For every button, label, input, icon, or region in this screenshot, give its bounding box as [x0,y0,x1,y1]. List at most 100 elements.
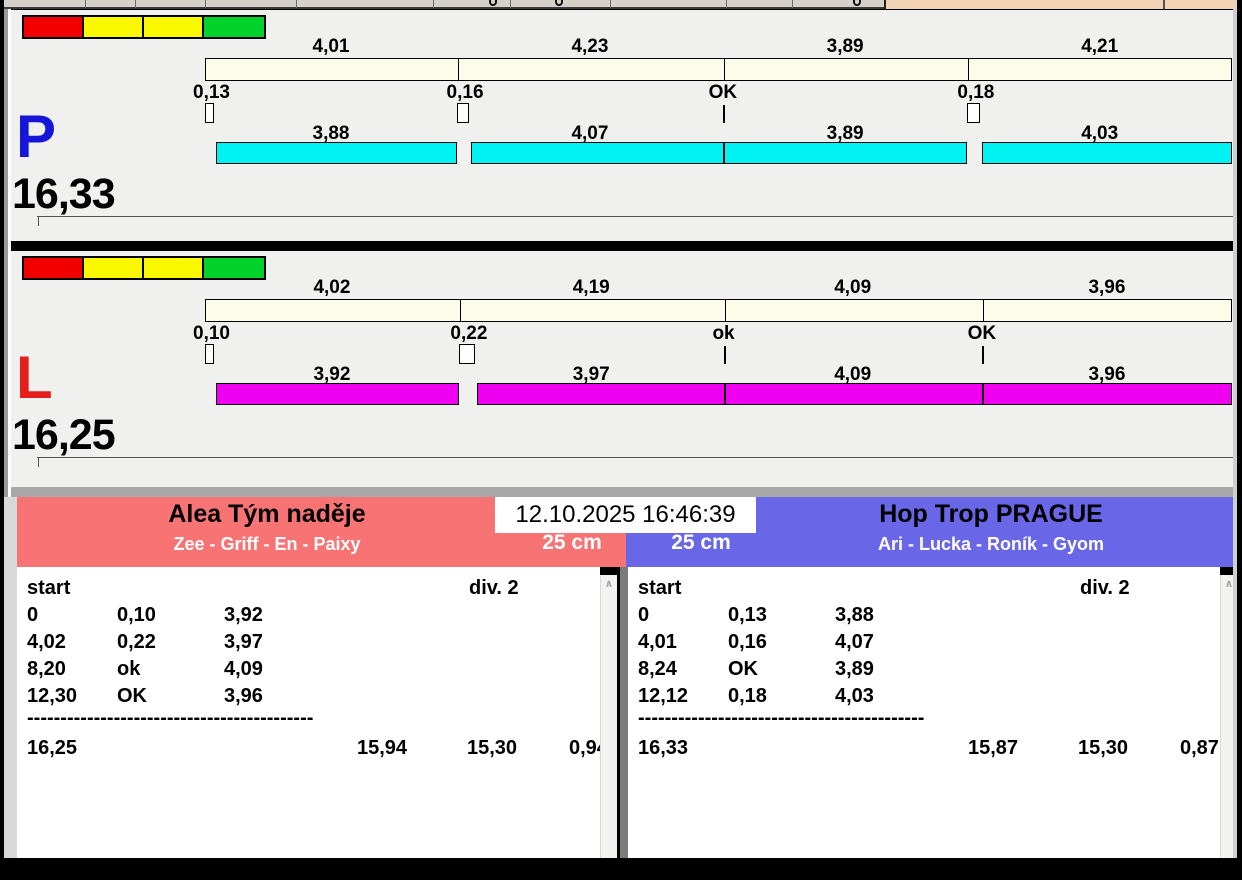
lane-panel-P: 4,01 4,23 3,89 4,21 0,13 0,16 OK 0,18 3,88 4,07 3,… [0,10,1242,241]
table-dash-separator: ----------------------------------------… [27,707,314,729]
toolbar-right-panel [884,0,1237,9]
lane-letter: L [16,344,53,411]
section-divider-band [4,487,1237,497]
table-total-value: 16,25 [27,737,78,759]
run-bar-divider [981,383,984,405]
table-divider [620,567,628,858]
team-members: Zee - Griff - En - Paixy [173,534,361,554]
table-cell: 4,01 [638,631,677,653]
split-bar-divider [724,59,725,80]
lane-status-line [37,216,1233,217]
exchange-penalty-label: 0,16 [446,82,484,103]
toolbar-separator [296,0,297,8]
scroll-up-arrow[interactable]: ∧ [601,577,617,590]
run-bar-segment [476,383,1232,405]
split-top-label: 4,23 [571,36,609,57]
flyball-timer-window: 4,01 4,23 3,89 4,21 0,13 0,16 OK 0,18 3,88 4,07 3,… [0,0,1242,880]
run-bar-segment [216,383,459,405]
legend-color-box [144,258,204,278]
team-members: Ari - Lucka - Roník - Gyom [877,534,1105,554]
table-cell: 0 [638,604,650,626]
table-cell: 3,88 [835,604,874,626]
table-cell: 4,09 [224,658,263,680]
toolbar-separator [610,0,611,8]
table-cell: 0 [27,604,39,626]
table-header-start: start [27,577,71,599]
legend-color-box [24,17,84,37]
exchange-ok-tick [723,346,726,364]
table-total-value: 0,94 [569,737,600,759]
exchange-ok-label: OK [967,323,997,344]
table-total-value: 0,87 [1180,737,1219,759]
table-header-start: start [638,577,682,599]
toolbar-separator [510,0,511,8]
jump-height-label: 25 cm [671,531,731,554]
exchange-penalty-box [458,344,475,364]
result-table-left: start div. 2 0 0,10 3,92 4,02 0,22 3,97 8,20 ok 4,… [17,567,600,858]
toolbar-text-fragment [489,0,497,6]
run-bar-segment [471,142,968,164]
table-scrollbar-left[interactable]: ∧ [600,575,617,858]
table-cell: OK [117,685,147,707]
table-cell: 3,89 [835,658,874,680]
table-cell: 3,96 [224,685,263,707]
toolbar-separator [433,0,434,8]
legend-color-box [84,258,144,278]
table-cell: 0,13 [728,604,767,626]
run-bar-segment [982,142,1232,164]
table-cell: 4,02 [27,631,66,653]
table-header-division: div. 2 [469,577,519,599]
exchange-ok-label: ok [712,323,735,344]
split-bar-divider [968,59,969,80]
split-top-label: 4,09 [834,277,872,298]
toolbar-separator [205,0,206,8]
legend-color-box [204,258,264,278]
toolbar-strip[interactable] [0,0,1242,9]
table-dash-separator: ----------------------------------------… [638,707,925,729]
split-bar-divider [725,300,726,321]
lane-panel-L: 4,02 4,19 4,09 3,96 0,10 0,22 ok OK 3,92 3,97 4,09… [0,251,1242,487]
table-cell: 4,07 [835,631,874,653]
lane-total-time: 16,33 [12,170,116,218]
table-cell: 12,30 [27,685,78,707]
legend-color-box [24,258,84,278]
lane-status-tick [38,457,39,467]
split-top-label: 4,21 [1081,36,1119,57]
exchange-penalty-box [205,103,214,123]
table-cell: 0,18 [728,685,767,707]
exchange-penalty-label: 0,13 [193,82,230,103]
exchange-penalty-box [967,103,981,123]
run-bar-divider [723,383,726,405]
table-total-value: 15,94 [357,737,408,759]
split-top-label: 4,19 [572,277,610,298]
toolbar-text-fragment [853,0,861,6]
lane-legend [22,256,266,280]
exchange-penalty-label: 0,10 [193,323,230,344]
split-bar-divider [458,59,459,80]
run-bar-segment [216,142,458,164]
lane-status-tick [38,216,39,226]
table-cell: 4,03 [835,685,874,707]
table-cell: 3,92 [224,604,263,626]
exchange-ok-label: OK [708,82,738,103]
toolbar-separator [85,0,86,8]
table-cell: ok [117,658,141,680]
legend-color-box [84,17,144,37]
exchange-penalty-box [205,344,214,364]
bottom-left-rail [4,497,17,858]
result-table-right: start div. 2 0 0,13 3,88 4,01 0,16 4,07 8,24 OK 3,… [628,567,1220,858]
exchange-penalty-box [457,103,470,123]
table-cell: 8,20 [27,658,66,680]
toolbar-separator [792,0,793,8]
table-cell: 0,22 [117,631,156,653]
split-top-label: 4,01 [312,36,350,57]
exchange-penalty-label: 0,22 [450,323,488,344]
table-cell: 8,24 [638,658,677,680]
table-total-value: 16,33 [638,737,689,759]
split-bar-top [205,58,1232,81]
window-border-bottom [0,858,1242,880]
legend-color-box [144,17,204,37]
split-bar-divider [460,300,461,321]
lane-legend [22,15,266,39]
run-bar-divider [722,142,725,164]
